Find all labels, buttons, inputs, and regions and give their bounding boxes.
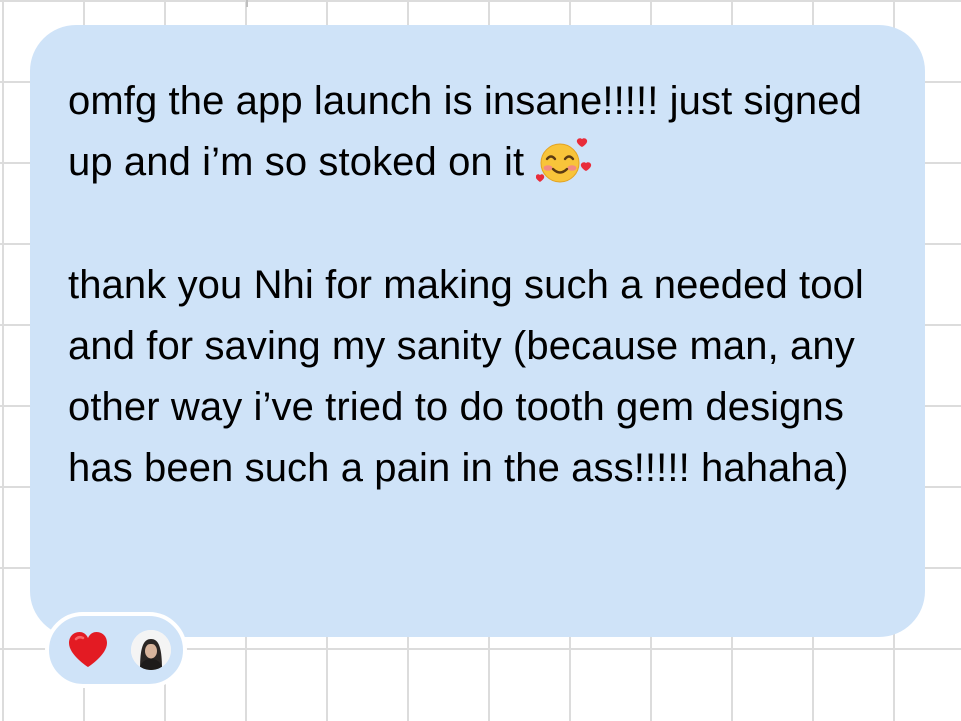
- message-text-1: omfg the app launch is insane!!!!! just …: [68, 79, 862, 184]
- message-bubble[interactable]: omfg the app launch is insane!!!!! just …: [30, 25, 925, 637]
- reaction-pill[interactable]: [45, 612, 187, 688]
- grid-tick-mark: [246, 0, 248, 7]
- red-heart-icon: [67, 631, 109, 669]
- message-paragraph-1: omfg the app launch is insane!!!!! just …: [68, 71, 885, 193]
- message-paragraph-2: thank you Nhi for making such a needed t…: [68, 263, 864, 490]
- user-avatar[interactable]: [131, 630, 171, 670]
- smiling-face-with-hearts-icon: [536, 137, 594, 183]
